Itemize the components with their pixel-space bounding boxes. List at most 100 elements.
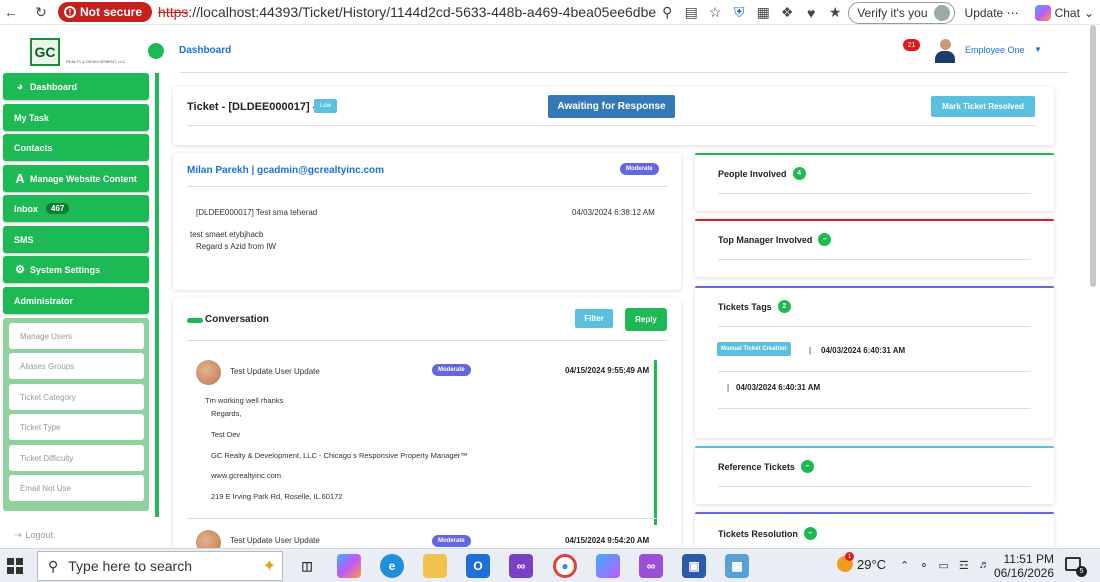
security-indicator[interactable]: ! Not secure [58,2,153,22]
copilot-m365-icon[interactable] [596,554,620,578]
user-name[interactable]: Employee One [965,45,1025,55]
notification-center-icon[interactable]: 5 [1065,557,1087,577]
sync-icon[interactable]: ⚬ [919,559,928,572]
tag-badge[interactable]: Manual Ticket Creation [717,342,791,356]
logout-link[interactable]: ⇢ Logout [14,530,53,541]
mark-resolved-button[interactable]: Mark Ticket Resolved [931,96,1035,117]
company-logo[interactable]: GC REALTY & DEVELOPMENT, LLC [30,37,125,67]
a-icon: A [15,171,25,186]
message-sender[interactable]: Milan Parekh | gcadmin@gcrealtyinc.com [187,165,384,176]
sidebar-item-system-settings[interactable]: ⚙ System Settings [3,256,149,283]
tag-separator: | [727,383,730,392]
count-badge: – [818,233,832,246]
reader-icon[interactable]: ▤ [680,2,702,24]
update-button[interactable]: Update ⋯ [957,6,1027,20]
panel-accent [695,219,1054,221]
count-badge: 2 [777,300,791,313]
verify-button[interactable]: Verify it's you [848,1,955,24]
zoom-icon[interactable]: ⚲ [656,2,678,24]
extension-icon[interactable]: ▦ [752,2,774,24]
sidebar-item-contacts[interactable]: Contacts [3,134,149,161]
visual-studio-preview-icon[interactable]: ∞ [639,554,663,578]
back-arrow-icon[interactable]: ← [0,1,22,23]
conversation-body-line: Regards, [211,409,242,418]
tag-date: 04/03/2024 6:40:31 AM [821,346,906,355]
sidebar-edge [155,73,159,517]
wifi-icon[interactable]: ☲ [959,559,969,572]
reload-icon[interactable]: ↻ [30,1,52,23]
shield-extension-icon[interactable]: ⛨ [728,2,750,24]
reply-button[interactable]: Reply [625,308,667,331]
remote-desktop-icon[interactable]: ▣ [682,554,706,578]
task-view-icon[interactable]: ◫ [295,554,319,578]
battery-icon[interactable]: ▭ [938,559,948,572]
sidebar-item-label: SMS [14,234,34,245]
weather-widget[interactable]: 1 29°C [837,552,887,572]
status-button[interactable]: Awaiting for Response [548,95,675,118]
visual-studio-icon[interactable]: ∞ [509,554,533,578]
caret-down-icon[interactable]: ▼ [1034,45,1042,54]
chat-label: Chat [1054,5,1080,20]
sidebar-item-inbox[interactable]: Inbox 467 [3,195,149,222]
panel-title[interactable]: Top Manager Involved – [718,233,832,246]
taskbar-clock[interactable]: 11:51 PM 06/16/2026 [990,552,1054,580]
sidebar-item-manage-website-content[interactable]: A Manage Website Content [3,165,149,192]
panel-title-text: People Involved [718,168,787,179]
breadcrumb[interactable]: Dashboard [179,45,231,56]
conversation-body-line: GC Realty & Development, LLC - Chicago s… [211,451,468,460]
sidebar-item-my-task[interactable]: My Task [3,104,149,131]
panel-title[interactable]: Reference Tickets – [718,460,814,473]
top-manager-panel: Top Manager Involved – [695,219,1054,277]
edge-taskbar-icon[interactable]: e [380,554,404,578]
sidebar-item-label: My Task [14,112,49,123]
notification-count: 5 [1076,566,1087,577]
page-scrollbar[interactable] [1090,25,1096,287]
app-icon[interactable]: ▩ [725,554,749,578]
sidebar-item-label: Administrator [14,295,74,306]
sidebar-item-sms[interactable]: SMS [3,226,149,253]
taskbar-search-box[interactable]: ⚲ Type here to search ✦ [37,551,283,581]
copilot-chat-button[interactable]: Chat ⌄ [1029,4,1100,21]
outlook-icon[interactable]: O [466,554,490,578]
panel-title[interactable]: Tickets Resolution – [718,527,817,540]
copilot-taskbar-icon[interactable] [337,554,361,578]
panel-accent [695,286,1054,288]
browser-essentials-icon[interactable]: ♥ [800,2,822,24]
count-badge: 4 [792,167,806,180]
sidebar-item-label: Contacts [14,142,53,153]
clock-date: 06/16/2026 [993,566,1054,580]
logo-mark: GC [30,38,60,66]
notification-badge[interactable]: 21 [903,39,920,51]
chevron-up-icon[interactable]: ⌃ [900,559,909,572]
conversation-body-line[interactable]: www.gcrealtyinc.com [211,471,281,480]
panel-title[interactable]: People Involved 4 [718,167,806,180]
tickets-resolution-panel: Tickets Resolution – [695,512,1054,548]
windows-start-icon[interactable] [7,558,23,574]
submenu-item-aliases-groups[interactable]: Aliases Groups [9,353,144,379]
favorites-icon[interactable]: ★ [824,2,846,24]
temperature: 29°C [857,556,887,572]
copilot-icon [1034,4,1051,21]
panel-title[interactable]: Tickets Tags 2 [718,300,791,313]
chrome-icon[interactable]: ● [553,554,577,578]
puzzle-icon[interactable]: ❖ [776,2,798,24]
conversation-body-line: 219 E Irving Park Rd, Roselle, IL 60172 [211,492,343,501]
file-explorer-icon[interactable] [423,554,447,578]
filter-button[interactable]: Filter [575,309,613,328]
submenu-item-email-not-use[interactable]: Email Not Use [9,475,144,501]
submenu-item-ticket-type[interactable]: Ticket Type [9,414,144,440]
volume-icon[interactable]: ♬ [979,559,990,572]
favorite-star-icon[interactable]: ☆ [704,2,726,24]
menu-toggle-icon[interactable] [148,43,164,59]
panel-divider [718,326,1031,327]
conversation-scrollbar[interactable] [654,360,657,525]
address-bar[interactable]: https://localhost:44393/Ticket/History/1… [158,4,656,20]
conversation-body-line: Test Dev [211,430,241,439]
sidebar-item-administrator[interactable]: Administrator [3,287,149,314]
submenu-item-ticket-category[interactable]: Ticket Category [9,384,144,410]
panel-title-text: Top Manager Involved [718,234,813,245]
sidebar-item-dashboard[interactable]: ◕ Dashboard [3,73,149,100]
user-avatar[interactable] [934,39,956,63]
submenu-item-manage-users[interactable]: Manage Users [9,323,144,349]
submenu-item-ticket-difficulty[interactable]: Ticket Difficulty [9,445,144,471]
